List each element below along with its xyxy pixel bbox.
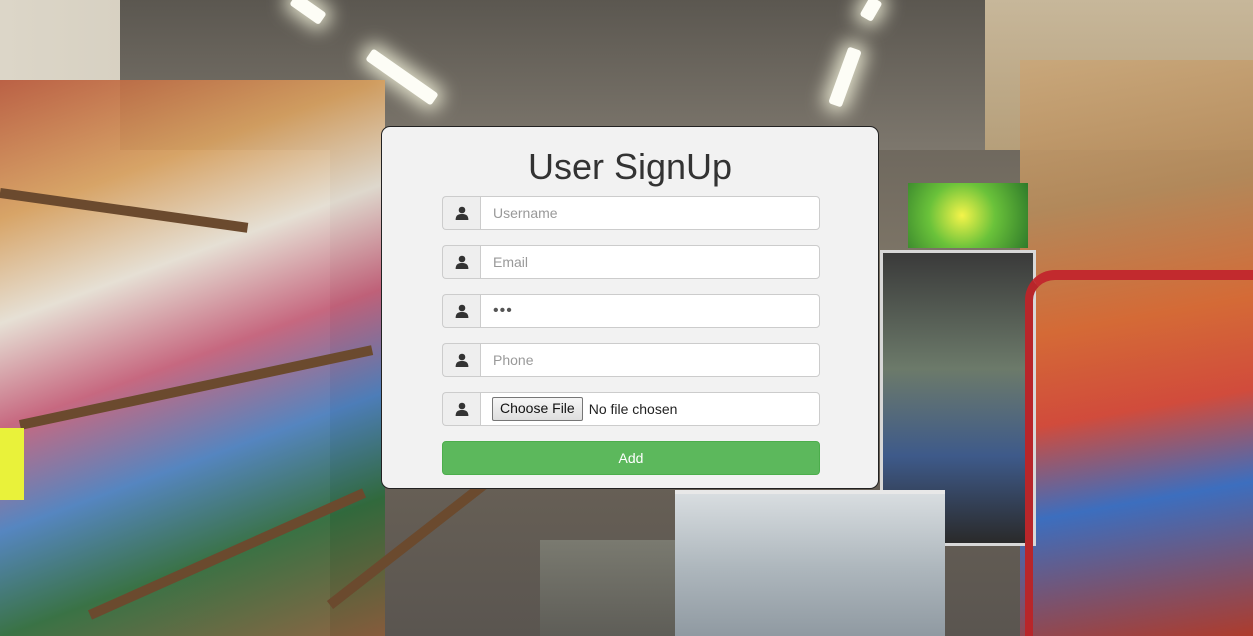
username-input[interactable] — [480, 196, 820, 230]
add-button[interactable]: Add — [442, 441, 820, 475]
password-input[interactable] — [480, 294, 820, 328]
freezer-chest — [675, 490, 945, 636]
user-icon — [442, 392, 480, 426]
phone-field-group — [442, 343, 820, 377]
user-icon — [442, 294, 480, 328]
user-icon — [442, 196, 480, 230]
file-input: Choose File No file chosen — [480, 392, 820, 426]
phone-input[interactable] — [480, 343, 820, 377]
email-input[interactable] — [480, 245, 820, 279]
yellow-price-tag — [0, 428, 24, 500]
file-field-group: Choose File No file chosen — [442, 392, 820, 426]
file-status-text: No file chosen — [588, 401, 678, 417]
page-title: User SignUp — [527, 146, 733, 187]
password-field-group — [442, 294, 820, 328]
red-snack-rack — [1025, 270, 1253, 636]
username-field-group — [442, 196, 820, 230]
email-field-group — [442, 245, 820, 279]
user-icon — [442, 343, 480, 377]
user-icon — [442, 245, 480, 279]
choose-file-button[interactable]: Choose File — [492, 397, 583, 421]
signup-card: User SignUp Choose File No file chosen — [381, 126, 879, 489]
fridge-sign — [908, 183, 1028, 248]
